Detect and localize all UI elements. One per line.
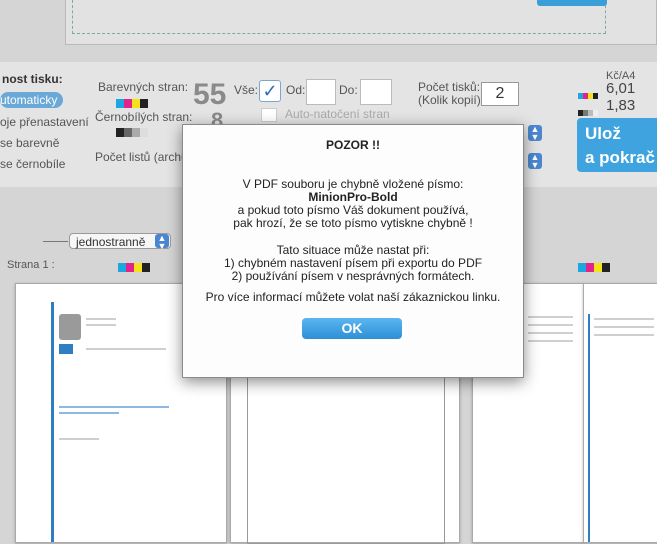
duplex-select-arrow-icon[interactable]: ▲ ▼ <box>155 234 169 251</box>
text-line <box>86 348 166 350</box>
text-line <box>594 318 654 320</box>
dialog-line-7: Pro více informací můžete volat naší zák… <box>205 290 501 304</box>
to-label: Do: <box>339 83 358 97</box>
sheets-label: Počet listů (archů) <box>95 150 192 164</box>
text-line <box>528 340 573 342</box>
text-line <box>59 406 169 408</box>
page-2-color-icon <box>578 259 610 277</box>
page-accent-bar <box>588 314 590 542</box>
bw-pages-count: 8 <box>211 108 224 124</box>
color-pages-label: Barevných stran: <box>98 80 189 94</box>
print-quality-title: nost tisku: <box>2 72 63 86</box>
text-line <box>59 412 119 414</box>
text-line <box>528 332 573 334</box>
price-color: 6,01 <box>606 80 636 97</box>
text-line <box>59 438 99 440</box>
copies-input[interactable]: 2 <box>481 82 519 106</box>
dialog-title: POZOR !! <box>326 138 380 152</box>
text-line <box>86 318 116 320</box>
auto-rotate-checkbox[interactable] <box>261 108 277 122</box>
quality-option-custom[interactable]: oje přenastavení <box>0 116 89 129</box>
page-1-color-icon <box>118 259 150 277</box>
from-page-input[interactable] <box>306 79 336 105</box>
quality-option-auto[interactable]: utomaticky <box>0 92 64 108</box>
page-accent-bar <box>51 302 54 542</box>
dialog-line-6: 2) používání písem v nesprávných formáte… <box>231 269 475 283</box>
quality-option-bw[interactable]: se černobíle <box>0 158 65 171</box>
grayscale-swatch-icon <box>116 124 148 142</box>
page-thumbnail-4[interactable] <box>583 283 657 543</box>
page-thumbnail-2[interactable] <box>230 360 460 544</box>
price-bw: 1,83 <box>606 97 636 114</box>
divider <box>43 241 68 242</box>
binding-select-arrow-icon[interactable]: ▲ ▼ <box>528 153 542 170</box>
save-and-continue-button[interactable]: Ulož a pokrač <box>577 118 657 172</box>
drop-zone-dashed-area <box>72 0 606 34</box>
cmyk-price-icon <box>578 86 598 104</box>
text-line <box>86 324 116 326</box>
text-line <box>528 324 573 326</box>
from-label: Od: <box>286 83 306 97</box>
upload-button[interactable] <box>537 0 607 6</box>
text-line <box>528 316 573 318</box>
page-label: Strana 1 : <box>7 259 55 271</box>
auto-rotate-label: Auto-natočení stran <box>285 107 390 121</box>
color-pages-count: 55 <box>193 78 227 111</box>
text-line <box>594 326 654 328</box>
ok-button[interactable]: OK <box>302 318 402 339</box>
all-pages-label: Vše: <box>234 83 259 97</box>
dialog-line-3: pak hrozí, že se toto písmo vytiskne chy… <box>233 216 473 230</box>
f3-mark <box>59 344 73 354</box>
text-line <box>594 334 654 336</box>
paper-select-arrow-icon[interactable]: ▲ ▼ <box>528 125 542 142</box>
assignment-form-frame <box>247 375 445 544</box>
font-warning-dialog: POZOR !! V PDF souboru je chybně vložené… <box>182 124 524 378</box>
quality-option-color[interactable]: se barevně <box>0 137 59 150</box>
all-pages-checkbox[interactable]: ✓ <box>259 80 281 102</box>
bw-pages-label: Černobílých stran: <box>95 110 193 124</box>
to-page-input[interactable] <box>360 79 392 105</box>
copies-sublabel: (Kolik kopií) <box>418 93 481 107</box>
university-logo <box>59 314 81 340</box>
